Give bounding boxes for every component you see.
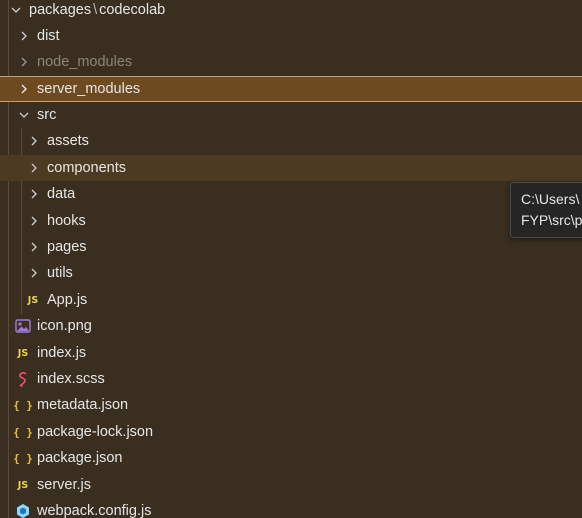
folder-row-assets[interactable]: assets [0, 128, 582, 154]
chevron-down-icon [18, 108, 30, 122]
file-row-index-scss[interactable]: index.scss [0, 366, 582, 392]
folder-row-components[interactable]: components [0, 155, 582, 181]
file-label: package.json [37, 450, 123, 466]
webpack-file-icon [15, 503, 31, 518]
chevron-down-icon [10, 3, 22, 17]
javascript-file-icon: JS [17, 479, 29, 491]
folder-row-codecolab[interactable]: packages \ codecolab [0, 0, 582, 23]
file-label: index.scss [37, 371, 105, 387]
folder-row-pages[interactable]: pages [0, 234, 582, 260]
chevron-right-icon [18, 82, 30, 96]
folder-row-data[interactable]: data [0, 181, 582, 207]
chevron-right-icon [18, 55, 30, 69]
file-label: App.js [47, 292, 88, 308]
folder-label: hooks [47, 213, 86, 229]
file-explorer: packages \ codecolab dist node_modules ser… [0, 0, 582, 518]
file-row-index-js[interactable]: JS index.js [0, 340, 582, 366]
path-tooltip: C:\Users\ FYP\src\p [510, 182, 582, 238]
file-row-server-js[interactable]: JS server.js [0, 472, 582, 498]
file-label: index.js [37, 345, 87, 361]
json-file-icon: { } [13, 398, 33, 412]
javascript-file-icon: JS [17, 347, 29, 359]
folder-path-label: packages \ codecolab [29, 2, 166, 18]
file-row-metadata-json[interactable]: { } metadata.json [0, 392, 582, 418]
folder-row-hooks[interactable]: hooks [0, 208, 582, 234]
chevron-right-icon [28, 240, 40, 254]
folder-row-node-modules[interactable]: node_modules [0, 49, 582, 75]
folder-label: node_modules [37, 54, 133, 70]
folder-label: utils [47, 265, 73, 281]
folder-row-src[interactable]: src [0, 102, 582, 128]
chevron-right-icon [28, 134, 40, 148]
file-label: package-lock.json [37, 424, 154, 440]
tooltip-line: FYP\src\p [521, 212, 582, 228]
json-file-icon: { } [13, 451, 33, 465]
json-file-icon: { } [13, 425, 33, 439]
folder-label: components [47, 160, 126, 176]
file-label: metadata.json [37, 397, 129, 413]
file-row-package-lock-json[interactable]: { } package-lock.json [0, 419, 582, 445]
chevron-right-icon [28, 214, 40, 228]
image-file-icon [15, 318, 31, 334]
file-label: server.js [37, 477, 91, 493]
folder-label: dist [37, 28, 60, 44]
folder-row-server-modules[interactable]: server_modules [0, 76, 582, 102]
file-row-package-json[interactable]: { } package.json [0, 445, 582, 471]
folder-label: data [47, 186, 76, 202]
sass-file-icon [15, 371, 31, 387]
folder-row-dist[interactable]: dist [0, 23, 582, 49]
chevron-right-icon [28, 187, 40, 201]
file-row-webpack-config-js[interactable]: webpack.config.js [0, 498, 582, 518]
chevron-right-icon [18, 29, 30, 43]
folder-label: src [37, 107, 57, 123]
folder-label: pages [47, 239, 87, 255]
chevron-right-icon [28, 161, 40, 175]
tooltip-line: C:\Users\ [521, 191, 580, 207]
file-row-app-js[interactable]: JS App.js [0, 287, 582, 313]
javascript-file-icon: JS [27, 294, 39, 306]
chevron-right-icon [28, 266, 40, 280]
file-row-icon-png[interactable]: icon.png [0, 313, 582, 339]
folder-label: server_modules [37, 81, 141, 97]
folder-label: assets [47, 133, 89, 149]
folder-row-utils[interactable]: utils [0, 260, 582, 286]
file-label: webpack.config.js [37, 503, 152, 518]
file-label: icon.png [37, 318, 92, 334]
